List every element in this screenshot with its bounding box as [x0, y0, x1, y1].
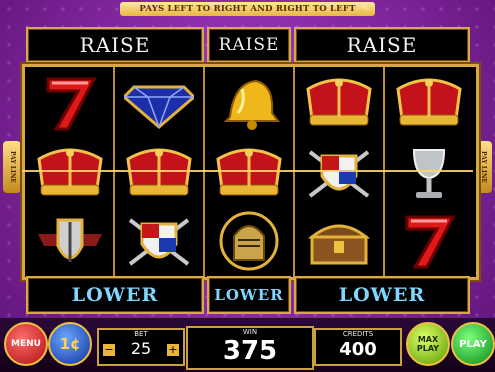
win-panel: WIN 375	[186, 326, 314, 370]
max-play-label-top: MAX	[417, 335, 439, 344]
credits-value: 400	[339, 339, 377, 360]
bet-value: 25	[130, 339, 152, 358]
lower-button-right[interactable]: LOWER	[294, 276, 470, 314]
crown-symbol	[206, 139, 292, 207]
reel-divider	[293, 67, 295, 277]
bet-decrease-button[interactable]: −	[103, 344, 115, 356]
lower-button-left[interactable]: LOWER	[26, 276, 204, 314]
reel-divider	[203, 67, 205, 277]
menu-button[interactable]: MENU	[4, 322, 48, 366]
arrow-left-icon: ◀	[360, 2, 367, 12]
bet-label: BET	[134, 330, 148, 338]
game-frame: ▶ PAYS LEFT TO RIGHT AND RIGHT TO LEFT ◀…	[0, 0, 495, 372]
payline-indicator	[22, 170, 473, 172]
crown-symbol	[116, 139, 202, 207]
control-bar: MENU 1¢ BET − 25 + WIN 375 CREDITS 400 M…	[0, 318, 495, 372]
max-play-button[interactable]: MAX PLAY	[406, 322, 450, 366]
golden-bell-symbol	[206, 69, 292, 137]
crown-symbol	[296, 69, 382, 137]
red-seven-symbol	[386, 207, 472, 275]
win-value: 375	[222, 336, 278, 366]
knight-shield-symbol	[27, 207, 113, 275]
crest-shield-symbol	[296, 139, 382, 207]
raise-button-center[interactable]: RAISE	[207, 27, 291, 63]
crown-symbol	[27, 139, 113, 207]
payline-tab-left: PAY LINE	[3, 141, 21, 193]
raise-button-left[interactable]: RAISE	[26, 27, 204, 63]
crest-shield-symbol	[116, 207, 202, 275]
reel-area	[22, 64, 479, 280]
knight-helmet-symbol	[206, 207, 292, 275]
reel-divider	[383, 67, 385, 277]
reel-divider	[113, 67, 115, 277]
blue-diamond-symbol	[116, 69, 202, 137]
credits-panel: CREDITS 400	[314, 328, 402, 366]
pays-banner: PAYS LEFT TO RIGHT AND RIGHT TO LEFT	[120, 2, 375, 16]
max-play-label-bottom: PLAY	[416, 344, 440, 353]
treasure-chest-symbol	[296, 207, 382, 275]
win-label: WIN	[242, 328, 258, 336]
crown-symbol	[386, 69, 472, 137]
silver-goblet-symbol	[386, 139, 472, 207]
bet-increase-button[interactable]: +	[167, 344, 179, 356]
lower-button-center[interactable]: LOWER	[207, 276, 291, 314]
red-seven-symbol	[27, 69, 113, 137]
raise-button-right[interactable]: RAISE	[294, 27, 470, 63]
credits-label: CREDITS	[342, 330, 374, 338]
denomination-button[interactable]: 1¢	[48, 322, 92, 366]
bet-panel: BET − 25 +	[97, 328, 185, 366]
play-button[interactable]: PLAY	[451, 322, 495, 366]
